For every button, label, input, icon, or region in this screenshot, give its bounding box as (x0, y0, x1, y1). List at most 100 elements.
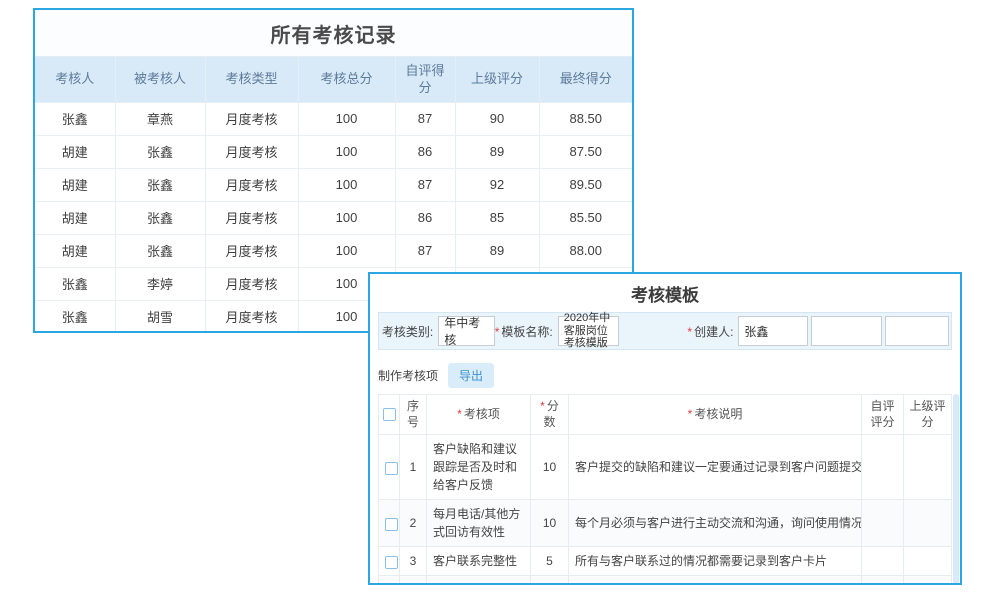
cell-seq: 1 (400, 435, 427, 500)
cell-type: 月度考核 (205, 267, 298, 300)
template-name-label: *模板名称: (495, 323, 558, 340)
cell-assessor: 胡建 (35, 135, 115, 168)
cell-item: 每月电话/其他方式回访有效性 (427, 500, 531, 547)
col-score: *分数 (531, 395, 569, 435)
cell-assessee: 李婷 (115, 267, 205, 300)
records-header-row: 考核人 被考核人 考核类型 考核总分 自评得分 上级评分 最终得分 (35, 57, 632, 102)
cell-assessor: 张鑫 (35, 102, 115, 135)
row-checkbox[interactable] (385, 518, 398, 531)
row-select-cell (379, 435, 400, 500)
creator-field[interactable]: 张鑫 (738, 316, 807, 346)
cell-seq: 2 (400, 500, 427, 547)
cell-seq: 3 (400, 547, 427, 576)
cell-self-rating (862, 547, 904, 576)
template-name-field[interactable]: 2020年中客服岗位考核模版 (558, 316, 619, 346)
category-field[interactable]: 年中考核 (438, 316, 494, 346)
items-section-label: 制作考核项 (378, 367, 438, 384)
record-row: 胡建 张鑫 月度考核 100 86 85 85.50 (35, 201, 632, 234)
cell-superior-score: 85 (455, 201, 539, 234)
cell-superior-rating (904, 576, 952, 585)
cell-final-score: 88.50 (539, 102, 632, 135)
cell-item: 团队收款完成率 (427, 576, 531, 585)
items-table-wrap: 序号 *考核项 *分数 *考核说明 自评评分 上级评分 1 客户缺陷和建议跟踪是… (378, 394, 952, 585)
col-self-score: 自评得分 (395, 57, 455, 102)
template-panel-title: 考核模板 (378, 274, 952, 312)
cell-superior-score: 89 (455, 135, 539, 168)
cell-superior-score: 92 (455, 168, 539, 201)
cell-total-score: 100 (298, 102, 395, 135)
cell-type: 月度考核 (205, 300, 298, 333)
cell-final-score: 88.00 (539, 234, 632, 267)
col-total-score: 考核总分 (298, 57, 395, 102)
cell-desc: 所有与客户联系过的情况都需要记录到客户卡片 (569, 547, 862, 576)
required-mark: * (688, 407, 693, 421)
cell-superior-rating (904, 435, 952, 500)
cell-total-score: 100 (298, 168, 395, 201)
cell-type: 月度考核 (205, 168, 298, 201)
row-select-cell (379, 547, 400, 576)
cell-superior-score: 89 (455, 234, 539, 267)
template-form-row: 考核类别: 年中考核 *模板名称: 2020年中客服岗位考核模版 *创建人: 张… (378, 312, 952, 350)
cell-final-score: 87.50 (539, 135, 632, 168)
cell-assessee: 章燕 (115, 102, 205, 135)
cell-assessor: 张鑫 (35, 267, 115, 300)
required-mark: * (687, 325, 692, 339)
col-superior-score: 上级评分 (455, 57, 539, 102)
cell-desc: 客户提交的缺陷和建议一定要通过记录到客户问题提交列表 (569, 435, 862, 500)
item-row: 1 客户缺陷和建议跟踪是否及时和给客户反馈 10 客户提交的缺陷和建议一定要通过… (379, 435, 952, 500)
empty-field-2[interactable] (885, 316, 949, 346)
col-superior-rating: 上级评分 (904, 395, 952, 435)
cell-total-score: 100 (298, 201, 395, 234)
table-scrollbar[interactable] (953, 394, 959, 585)
cell-score: 5 (531, 547, 569, 576)
select-all-checkbox[interactable] (383, 408, 396, 421)
cell-type: 月度考核 (205, 102, 298, 135)
cell-self-score: 87 (395, 168, 455, 201)
category-label: 考核类别: (381, 323, 438, 340)
row-select-cell (379, 500, 400, 547)
item-row: 4 团队收款完成率 70 以实际收到的款项为基，并不以有效回款 (379, 576, 952, 585)
cell-item: 客户联系完整性 (427, 547, 531, 576)
required-mark: * (540, 399, 545, 413)
cell-score: 10 (531, 500, 569, 547)
cell-self-score: 87 (395, 234, 455, 267)
col-final-score: 最终得分 (539, 57, 632, 102)
cell-self-score: 87 (395, 102, 455, 135)
row-select-cell (379, 576, 400, 585)
row-checkbox[interactable] (385, 556, 398, 569)
export-button[interactable]: 导出 (448, 363, 494, 388)
cell-self-rating (862, 576, 904, 585)
col-assessee: 被考核人 (115, 57, 205, 102)
row-checkbox[interactable] (385, 462, 398, 475)
cell-self-score: 86 (395, 201, 455, 234)
cell-item: 客户缺陷和建议跟踪是否及时和给客户反馈 (427, 435, 531, 500)
col-assessor: 考核人 (35, 57, 115, 102)
template-panel: 考核模板 考核类别: 年中考核 *模板名称: 2020年中客服岗位考核模版 *创… (368, 272, 962, 585)
empty-field-1[interactable] (811, 316, 882, 346)
item-row: 2 每月电话/其他方式回访有效性 10 每个月必须与客户进行主动交流和沟通，询问… (379, 500, 952, 547)
cell-self-rating (862, 435, 904, 500)
cell-total-score: 100 (298, 234, 395, 267)
items-header-row: 序号 *考核项 *分数 *考核说明 自评评分 上级评分 (379, 395, 952, 435)
cell-total-score: 100 (298, 135, 395, 168)
record-row: 胡建 张鑫 月度考核 100 87 89 88.00 (35, 234, 632, 267)
cell-superior-rating (904, 547, 952, 576)
cell-superior-rating (904, 500, 952, 547)
cell-final-score: 85.50 (539, 201, 632, 234)
cell-self-score: 86 (395, 135, 455, 168)
cell-type: 月度考核 (205, 234, 298, 267)
cell-desc: 以实际收到的款项为基，并不以有效回款 (569, 576, 862, 585)
creator-label: *创建人: (619, 323, 738, 340)
cell-type: 月度考核 (205, 201, 298, 234)
cell-self-rating (862, 500, 904, 547)
record-row: 张鑫 章燕 月度考核 100 87 90 88.50 (35, 102, 632, 135)
cell-seq: 4 (400, 576, 427, 585)
cell-assessee: 张鑫 (115, 168, 205, 201)
record-row: 胡建 张鑫 月度考核 100 87 92 89.50 (35, 168, 632, 201)
cell-assessee: 张鑫 (115, 135, 205, 168)
required-mark: * (457, 407, 462, 421)
cell-assessor: 胡建 (35, 168, 115, 201)
items-toolbar: 制作考核项 导出 (378, 363, 952, 388)
col-type: 考核类型 (205, 57, 298, 102)
cell-final-score: 89.50 (539, 168, 632, 201)
